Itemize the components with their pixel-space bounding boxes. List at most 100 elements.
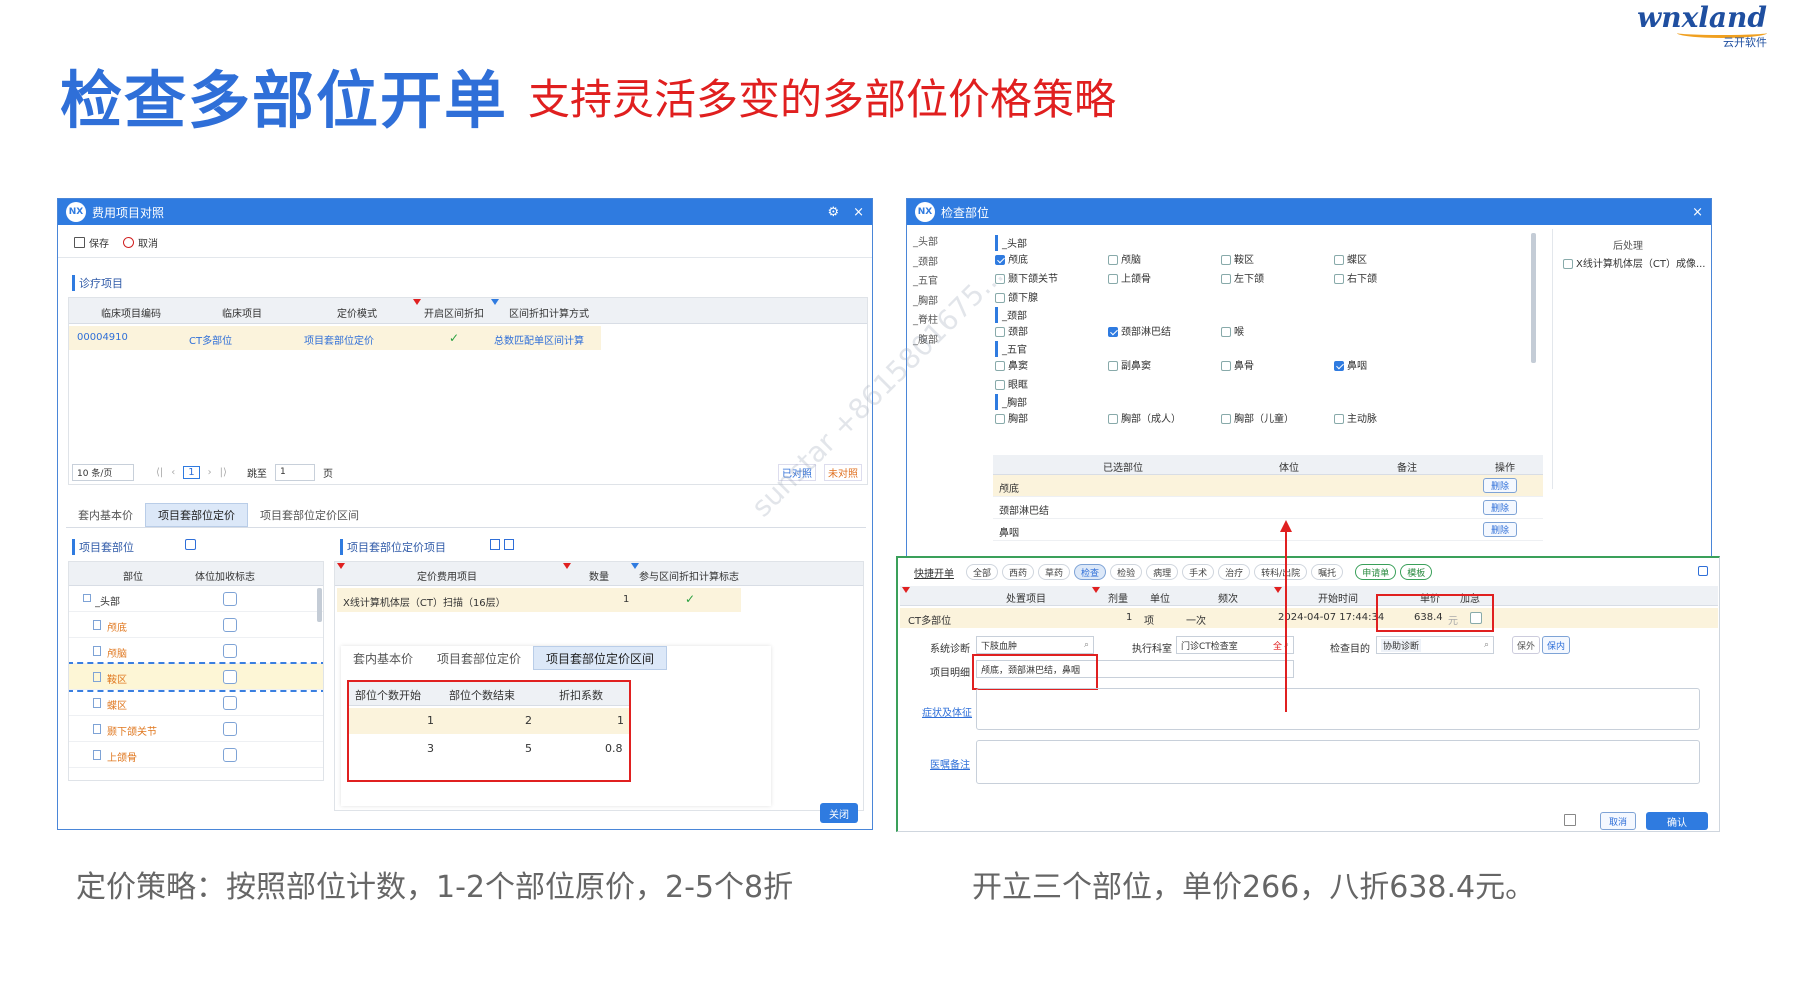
position-surcharge-checkbox[interactable] — [223, 722, 237, 736]
close-button[interactable]: 关闭 — [820, 803, 858, 823]
part-nav-item[interactable]: _颈部 — [913, 253, 973, 273]
unmatched-filter[interactable]: 未对照 — [824, 463, 862, 481]
part-option[interactable]: 胸部（儿童） — [1221, 410, 1334, 426]
checkbox[interactable] — [1221, 414, 1231, 424]
subtab-base-price[interactable]: 套内基本价 — [341, 646, 425, 670]
tree-row[interactable]: _头部 — [69, 586, 323, 612]
part-option[interactable]: 鼻窦 — [995, 357, 1108, 373]
part-option[interactable]: 左下颌 — [1221, 270, 1334, 286]
last-page-button[interactable]: |⟩ — [220, 467, 227, 478]
purpose-input[interactable]: 协助诊断 ⌕ — [1376, 636, 1494, 654]
print-icon[interactable] — [1564, 814, 1576, 826]
part-option[interactable]: 主动脉 — [1334, 410, 1447, 426]
part-option[interactable]: 鼻咽 — [1334, 357, 1447, 373]
position-surcharge-checkbox[interactable] — [223, 644, 237, 658]
table-row[interactable]: CT多部位 1 项 一次 2024-04-07 17:44:34 638.4 元 — [900, 608, 1718, 628]
remark-textarea[interactable] — [976, 740, 1700, 784]
part-option[interactable]: 蝶区 — [1334, 251, 1447, 267]
delete-button[interactable]: 删除 — [1483, 500, 1517, 515]
template-button[interactable]: 模板 — [1400, 564, 1433, 580]
position-surcharge-checkbox[interactable] — [223, 618, 237, 632]
category-chip[interactable]: 西药 — [1002, 564, 1035, 580]
checkbox[interactable] — [1221, 274, 1231, 284]
range-row[interactable]: 3 5 0.8 — [349, 736, 629, 762]
part-option[interactable]: 鼻骨 — [1221, 357, 1334, 373]
tab-base-price[interactable]: 套内基本价 — [66, 503, 145, 527]
category-chip[interactable]: 嘱托 — [1311, 564, 1344, 580]
selected-row[interactable]: 颈部淋巴结 删除 — [993, 497, 1543, 519]
copy-icon[interactable] — [185, 539, 196, 550]
checkbox[interactable] — [1108, 255, 1118, 265]
checkbox[interactable] — [1334, 414, 1344, 424]
checkbox[interactable] — [1334, 255, 1344, 265]
category-chip[interactable]: 草药 — [1038, 564, 1071, 580]
scrollbar[interactable] — [1531, 233, 1536, 363]
subtab-part-pricing[interactable]: 项目套部位定价 — [425, 646, 533, 670]
position-surcharge-checkbox[interactable] — [223, 748, 237, 762]
page-size-select[interactable]: 10 条/页 — [72, 463, 134, 481]
cancel-button[interactable]: 取消 — [1600, 812, 1636, 830]
checkbox[interactable] — [1334, 361, 1344, 371]
position-surcharge-checkbox[interactable] — [223, 696, 237, 710]
part-option[interactable]: 右下颌 — [1334, 270, 1447, 286]
tree-row[interactable]: 颅底 — [69, 612, 323, 638]
next-page-button[interactable]: › — [208, 467, 212, 478]
post-process-item[interactable]: X线计算机体层（CT）成像... — [1563, 255, 1705, 270]
delete-button[interactable]: 删除 — [1483, 522, 1517, 537]
close-icon[interactable]: × — [1692, 205, 1703, 220]
part-option[interactable]: 胸部（成人） — [1108, 410, 1221, 426]
tree-row[interactable]: 鞍区 — [69, 662, 323, 692]
part-option[interactable]: 颌下腺 — [995, 289, 1108, 305]
remark-link[interactable]: 医嘱备注 — [930, 756, 970, 771]
part-option[interactable]: 上颌骨 — [1108, 270, 1221, 286]
part-option[interactable]: 眼眶 — [995, 376, 1108, 392]
part-option[interactable]: 颅底 — [995, 251, 1108, 267]
in-insurance-button[interactable]: 保内 — [1542, 636, 1570, 654]
expand-icon[interactable] — [1698, 566, 1708, 576]
out-insurance-button[interactable]: 保外 — [1512, 636, 1540, 654]
tree-row[interactable]: 蝶区 — [69, 690, 323, 716]
apply-form-button[interactable]: 申请单 — [1355, 564, 1397, 580]
prev-page-button[interactable]: ‹ — [171, 467, 175, 478]
category-chip[interactable]: 全部 — [966, 564, 999, 580]
checkbox[interactable] — [995, 255, 1005, 265]
selected-row[interactable]: 鼻咽 删除 — [993, 519, 1543, 541]
part-option[interactable]: 颞下颌关节 — [995, 270, 1108, 286]
add-icon[interactable] — [490, 539, 500, 550]
category-chip[interactable]: 检查 — [1074, 564, 1107, 580]
checkbox[interactable] — [1334, 274, 1344, 284]
diagnosis-input[interactable]: 下肢血肿 ⌕ — [976, 636, 1094, 654]
close-icon[interactable]: × — [853, 205, 864, 220]
search-icon[interactable]: ⌕ — [1084, 640, 1089, 650]
symptom-textarea[interactable] — [976, 688, 1700, 730]
part-option[interactable]: 颈部 — [995, 323, 1108, 339]
selected-row[interactable]: 颅底 删除 — [993, 475, 1543, 497]
range-row[interactable]: 1 2 1 — [349, 708, 629, 734]
save-button[interactable]: 保存 — [74, 235, 109, 250]
checkbox[interactable] — [995, 380, 1005, 390]
checkbox[interactable] — [1221, 361, 1231, 371]
table-row[interactable]: 00004910 CT多部位 项目套部位定价 ✓ 总数匹配单区间计算 — [69, 326, 601, 350]
cancel-button[interactable]: 取消 — [123, 235, 158, 250]
checkbox[interactable] — [1563, 259, 1573, 269]
symptom-link[interactable]: 症状及体征 — [922, 704, 972, 719]
table-row[interactable]: X线计算机体层（CT）扫描（16层） 1 ✓ — [337, 588, 741, 612]
checkbox[interactable] — [1221, 327, 1231, 337]
checkbox[interactable] — [995, 361, 1005, 371]
subtab-part-range[interactable]: 项目套部位定价区间 — [533, 646, 668, 670]
part-nav-item[interactable]: _头部 — [913, 233, 973, 253]
category-chip[interactable]: 治疗 — [1218, 564, 1251, 580]
checkbox[interactable] — [1221, 255, 1231, 265]
category-chip[interactable]: 手术 — [1182, 564, 1215, 580]
checkbox[interactable] — [995, 327, 1005, 337]
checkbox[interactable] — [1108, 361, 1118, 371]
checkbox[interactable] — [1108, 327, 1118, 337]
quick-order-label[interactable]: 快捷开单 — [914, 565, 954, 580]
page-number[interactable]: 1 — [183, 465, 200, 479]
delete-icon[interactable] — [504, 539, 514, 550]
part-option[interactable]: 喉 — [1221, 323, 1334, 339]
part-option[interactable]: 副鼻窦 — [1108, 357, 1221, 373]
search-icon[interactable]: ⌕ — [1484, 640, 1489, 650]
part-option[interactable]: 颈部淋巴结 — [1108, 323, 1221, 339]
category-chip[interactable]: 检验 — [1110, 564, 1143, 580]
